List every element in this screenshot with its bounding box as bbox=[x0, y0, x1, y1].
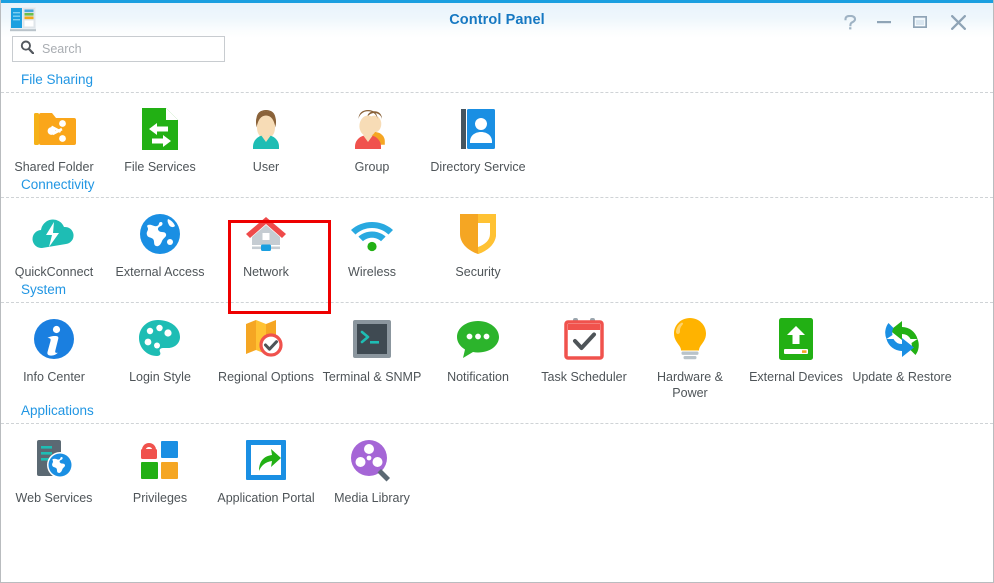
icon-row-system: Info Center Login Style Regional Options… bbox=[1, 303, 993, 401]
tile-media-library[interactable]: Media Library bbox=[319, 432, 425, 506]
shared-folder-icon bbox=[28, 103, 80, 155]
close-button[interactable] bbox=[943, 3, 973, 38]
section-header: System bbox=[21, 282, 67, 297]
tile-label: Task Scheduler bbox=[541, 370, 627, 384]
tile-label: External Devices bbox=[749, 370, 843, 384]
media-library-icon bbox=[346, 434, 398, 486]
tile-label: Hardware & Power bbox=[657, 370, 723, 400]
external-access-icon bbox=[134, 208, 186, 260]
section-system: System Info Center Login Style Regional … bbox=[1, 280, 993, 401]
tile-application-portal[interactable]: Application Portal bbox=[213, 432, 319, 506]
tile-label: Application Portal bbox=[217, 491, 315, 505]
tile-web-services[interactable]: Web Services bbox=[1, 432, 107, 506]
tile-label: QuickConnect bbox=[14, 265, 94, 279]
tile-label: Web Services bbox=[15, 491, 93, 505]
tile-label: Directory Service bbox=[430, 160, 526, 174]
tile-label: Network bbox=[243, 265, 289, 279]
section-header: Connectivity bbox=[21, 177, 95, 192]
tile-label: Media Library bbox=[334, 491, 410, 505]
icon-row-applications: Web Services Privileges Application Port… bbox=[1, 424, 993, 506]
privileges-icon bbox=[134, 434, 186, 486]
window-titlebar: Control Panel bbox=[1, 0, 993, 38]
tile-notification[interactable]: Notification bbox=[425, 311, 531, 401]
tile-file-services[interactable]: File Services bbox=[107, 101, 213, 175]
user-icon bbox=[240, 103, 292, 155]
terminal-snmp-icon bbox=[346, 313, 398, 365]
section-connectivity: Connectivity QuickConnect External Acces… bbox=[1, 175, 993, 280]
tile-directory-service[interactable]: Directory Service bbox=[425, 101, 531, 175]
network-icon bbox=[240, 208, 292, 260]
notification-icon bbox=[452, 313, 504, 365]
directory-service-icon bbox=[452, 103, 504, 155]
section-applications: Applications Web Services Privileges App… bbox=[1, 401, 993, 506]
icon-row-file-sharing: Shared Folder File Services User Group D… bbox=[1, 93, 993, 175]
minimize-button[interactable] bbox=[869, 3, 899, 38]
tile-terminal-snmp[interactable]: Terminal & SNMP bbox=[319, 311, 425, 401]
file-services-icon bbox=[134, 103, 186, 155]
help-button[interactable] bbox=[835, 3, 865, 38]
web-services-icon bbox=[28, 434, 80, 486]
task-scheduler-icon bbox=[558, 313, 610, 365]
tile-label: Group bbox=[354, 160, 390, 174]
tile-label: File Services bbox=[124, 160, 196, 174]
tile-update-restore[interactable]: Update & Restore bbox=[849, 311, 955, 401]
tile-info-center[interactable]: Info Center bbox=[1, 311, 107, 401]
section-header: Applications bbox=[21, 403, 94, 418]
hardware-power-icon bbox=[664, 313, 716, 365]
application-portal-icon bbox=[240, 434, 292, 486]
control-panel-window: Control Panel Search File Sharing Shared… bbox=[0, 0, 994, 583]
tile-hardware-power[interactable]: Hardware & Power bbox=[637, 311, 743, 401]
tile-login-style[interactable]: Login Style bbox=[107, 311, 213, 401]
tile-label: Login Style bbox=[129, 370, 191, 384]
tile-label: User bbox=[252, 160, 280, 174]
tile-label: Regional Options bbox=[218, 370, 314, 384]
search-box[interactable] bbox=[12, 36, 225, 62]
control-panel-content: File Sharing Shared Folder File Services… bbox=[1, 70, 993, 582]
tile-label: External Access bbox=[115, 265, 205, 279]
external-devices-icon bbox=[770, 313, 822, 365]
wireless-icon bbox=[346, 208, 398, 260]
icon-row-connectivity: QuickConnect External Access Network Wir… bbox=[1, 198, 993, 280]
tile-label: Privileges bbox=[132, 491, 188, 505]
tile-user[interactable]: User bbox=[213, 101, 319, 175]
section-header: File Sharing bbox=[21, 72, 94, 87]
group-icon bbox=[346, 103, 398, 155]
tile-external-devices[interactable]: External Devices bbox=[743, 311, 849, 401]
security-shield-icon bbox=[452, 208, 504, 260]
tile-label: Update & Restore bbox=[852, 370, 952, 384]
maximize-button[interactable] bbox=[905, 3, 935, 38]
tile-external-access[interactable]: External Access bbox=[107, 206, 213, 280]
info-center-icon bbox=[28, 313, 80, 365]
tile-label: Shared Folder bbox=[14, 160, 94, 174]
search-input[interactable] bbox=[40, 41, 210, 57]
tile-shared-folder[interactable]: Shared Folder bbox=[1, 101, 107, 175]
tile-label: Info Center bbox=[23, 370, 85, 384]
tile-label: Terminal & SNMP bbox=[322, 370, 422, 384]
tile-security[interactable]: Security bbox=[425, 206, 531, 280]
tile-privileges[interactable]: Privileges bbox=[107, 432, 213, 506]
tile-label: Security bbox=[455, 265, 501, 279]
tile-regional-options[interactable]: Regional Options bbox=[213, 311, 319, 401]
section-file-sharing: File Sharing Shared Folder File Services… bbox=[1, 70, 993, 175]
tile-label: Notification bbox=[447, 370, 509, 384]
tile-label: Wireless bbox=[348, 265, 396, 279]
tile-wireless[interactable]: Wireless bbox=[319, 206, 425, 280]
search-icon bbox=[20, 40, 35, 59]
tile-task-scheduler[interactable]: Task Scheduler bbox=[531, 311, 637, 401]
login-style-icon bbox=[134, 313, 186, 365]
update-restore-icon bbox=[876, 313, 928, 365]
tile-network[interactable]: Network bbox=[213, 206, 319, 280]
quickconnect-icon bbox=[28, 208, 80, 260]
tile-group[interactable]: Group bbox=[319, 101, 425, 175]
regional-options-icon bbox=[240, 313, 292, 365]
tile-quickconnect[interactable]: QuickConnect bbox=[1, 206, 107, 280]
